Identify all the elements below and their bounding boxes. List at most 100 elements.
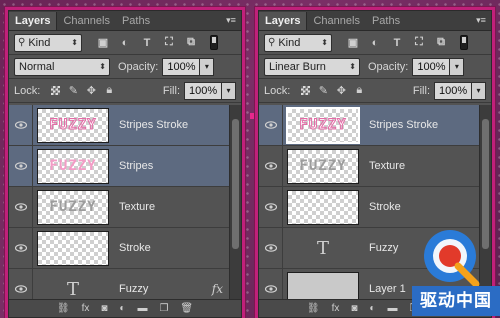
pixel-filter-icon[interactable]: ▣ — [342, 35, 364, 51]
panel-tabbar: Layers Channels Paths ▾≡ — [9, 11, 241, 31]
lock-row: Lock: ✎ ✥ 🔒︎ Fill: 100% ▾ — [9, 79, 241, 103]
delete-layer-icon[interactable]: 🗑︎ — [180, 303, 193, 314]
new-group-icon[interactable]: ▬ — [137, 303, 147, 314]
lock-label: Lock: — [264, 84, 291, 97]
link-layers-icon[interactable]: ⛓ — [307, 303, 320, 314]
filter-kind-value: Kind — [278, 36, 301, 49]
updown-arrow-icon: ⬍ — [99, 61, 106, 71]
new-layer-icon[interactable]: ❐ — [159, 303, 168, 314]
layer-row[interactable]: FUZZY Texture — [9, 187, 229, 228]
filter-row: ⚲ Kind ⬍ ▣ ◐ T ⛶ ⧉ — [259, 31, 491, 55]
thumb-text: FUZZY — [299, 117, 347, 134]
type-filter-icon[interactable]: T — [136, 35, 158, 51]
lock-all-icon[interactable]: 🔒︎ — [350, 83, 368, 99]
panel-menu-icon[interactable]: ▾≡ — [225, 15, 237, 25]
layer-row[interactable]: FUZZY Stripes Stroke — [259, 105, 479, 146]
visibility-eye-icon[interactable] — [259, 146, 283, 186]
visibility-eye-icon[interactable] — [9, 105, 33, 145]
layer-name[interactable]: Stripes Stroke — [369, 119, 438, 131]
opacity-field[interactable]: 100% — [162, 57, 201, 76]
scrollbar-thumb[interactable] — [232, 119, 239, 249]
blend-row: Linear Burn ⬍ Opacity: 100% ▾ — [259, 55, 491, 79]
layer-name[interactable]: Stripes Stroke — [119, 119, 188, 131]
tab-channels[interactable]: Channels — [57, 12, 115, 30]
search-icon: ⚲ — [18, 37, 26, 48]
layer-name[interactable]: Texture — [369, 160, 405, 172]
tab-paths[interactable]: Paths — [116, 12, 156, 30]
layer-name[interactable]: Layer 1 — [369, 283, 406, 295]
layer-row[interactable]: FUZZY Stripes — [9, 146, 229, 187]
fill-field[interactable]: 100% — [434, 81, 472, 100]
lock-image-icon[interactable]: ✎ — [314, 83, 332, 99]
layer-name[interactable]: Texture — [119, 201, 155, 213]
layer-name[interactable]: Fuzzy — [119, 283, 148, 295]
panel-footer: ⛓ fx ◙ ◐ ▬ ❐ 🗑︎ — [9, 299, 241, 317]
lock-position-icon[interactable]: ✥ — [82, 83, 100, 99]
adjustment-layer-icon[interactable]: ◐ — [369, 303, 375, 314]
visibility-eye-icon[interactable] — [9, 187, 33, 227]
visibility-eye-icon[interactable] — [259, 187, 283, 227]
layer-name[interactable]: Fuzzy — [369, 242, 398, 254]
visibility-eye-icon[interactable] — [9, 228, 33, 268]
blend-mode-select[interactable]: Normal ⬍ — [14, 57, 110, 76]
opacity-field[interactable]: 100% — [412, 57, 451, 76]
fill-dropdown-button[interactable]: ▾ — [222, 81, 236, 100]
filter-toggle[interactable] — [210, 35, 218, 50]
lock-image-icon[interactable]: ✎ — [64, 83, 82, 99]
updown-arrow-icon: ⬍ — [71, 37, 78, 47]
visibility-eye-icon[interactable] — [259, 105, 283, 145]
fill-dropdown-button[interactable]: ▾ — [472, 81, 486, 100]
layer-row[interactable]: Stroke — [9, 228, 229, 269]
layer-row[interactable]: FUZZY Texture — [259, 146, 479, 187]
blend-mode-select[interactable]: Linear Burn ⬍ — [264, 57, 360, 76]
tab-layers[interactable]: Layers — [259, 12, 308, 30]
layer-row[interactable]: Stroke — [259, 187, 479, 228]
fill-field[interactable]: 100% — [184, 81, 222, 100]
visibility-eye-icon[interactable] — [9, 146, 33, 186]
panel-menu-icon[interactable]: ▾≡ — [475, 15, 487, 25]
search-icon: ⚲ — [268, 37, 276, 48]
pixel-filter-icon[interactable]: ▣ — [92, 35, 114, 51]
filter-kind-select[interactable]: ⚲ Kind ⬍ — [14, 33, 82, 52]
adjustment-layer-icon[interactable]: ◐ — [119, 303, 125, 314]
layer-name[interactable]: Stroke — [119, 242, 151, 254]
smart-object-filter-icon[interactable]: ⧉ — [430, 35, 452, 51]
lock-row: Lock: ✎ ✥ 🔒︎ Fill: 100% ▾ — [259, 79, 491, 103]
lock-position-icon[interactable]: ✥ — [332, 83, 350, 99]
add-style-icon[interactable]: fx — [82, 303, 90, 314]
blend-mode-value: Linear Burn — [269, 60, 326, 73]
link-layers-icon[interactable]: ⛓ — [57, 303, 70, 314]
panel-tabbar: Layers Channels Paths ▾≡ — [259, 11, 491, 31]
filter-icons: ▣ ◐ T ⛶ ⧉ — [342, 35, 452, 51]
layer-name[interactable]: Stroke — [369, 201, 401, 213]
layer-effects-icon[interactable]: fx — [212, 282, 223, 296]
shape-filter-icon[interactable]: ⛶ — [408, 35, 430, 51]
layer-thumbnail: FUZZY — [37, 148, 109, 184]
lock-transparent-icon[interactable] — [46, 83, 64, 99]
lock-all-icon[interactable]: 🔒︎ — [100, 83, 118, 99]
layer-thumbnail: FUZZY — [37, 189, 109, 225]
new-group-icon[interactable]: ▬ — [387, 303, 397, 314]
adjustment-filter-icon[interactable]: ◐ — [114, 35, 136, 51]
smart-object-filter-icon[interactable]: ⧉ — [180, 35, 202, 51]
updown-arrow-icon: ⬍ — [349, 61, 356, 71]
add-mask-icon[interactable]: ◙ — [351, 303, 357, 314]
opacity-dropdown-button[interactable]: ▾ — [450, 57, 465, 76]
layer-name[interactable]: Stripes — [119, 160, 153, 172]
lock-transparent-icon[interactable] — [296, 83, 314, 99]
add-style-icon[interactable]: fx — [332, 303, 340, 314]
filter-toggle[interactable] — [460, 35, 468, 50]
opacity-dropdown-button[interactable]: ▾ — [200, 57, 215, 76]
tab-channels[interactable]: Channels — [307, 12, 365, 30]
type-filter-icon[interactable]: T — [386, 35, 408, 51]
add-mask-icon[interactable]: ◙ — [101, 303, 107, 314]
thumb-text: FUZZY — [299, 158, 347, 174]
adjustment-filter-icon[interactable]: ◐ — [364, 35, 386, 51]
shape-filter-icon[interactable]: ⛶ — [158, 35, 180, 51]
filter-kind-select[interactable]: ⚲ Kind ⬍ — [264, 33, 332, 52]
scrollbar[interactable] — [229, 105, 241, 299]
layer-row[interactable]: FUZZY Stripes Stroke — [9, 105, 229, 146]
tab-layers[interactable]: Layers — [9, 12, 58, 30]
tab-paths[interactable]: Paths — [366, 12, 406, 30]
visibility-eye-icon[interactable] — [259, 228, 283, 268]
